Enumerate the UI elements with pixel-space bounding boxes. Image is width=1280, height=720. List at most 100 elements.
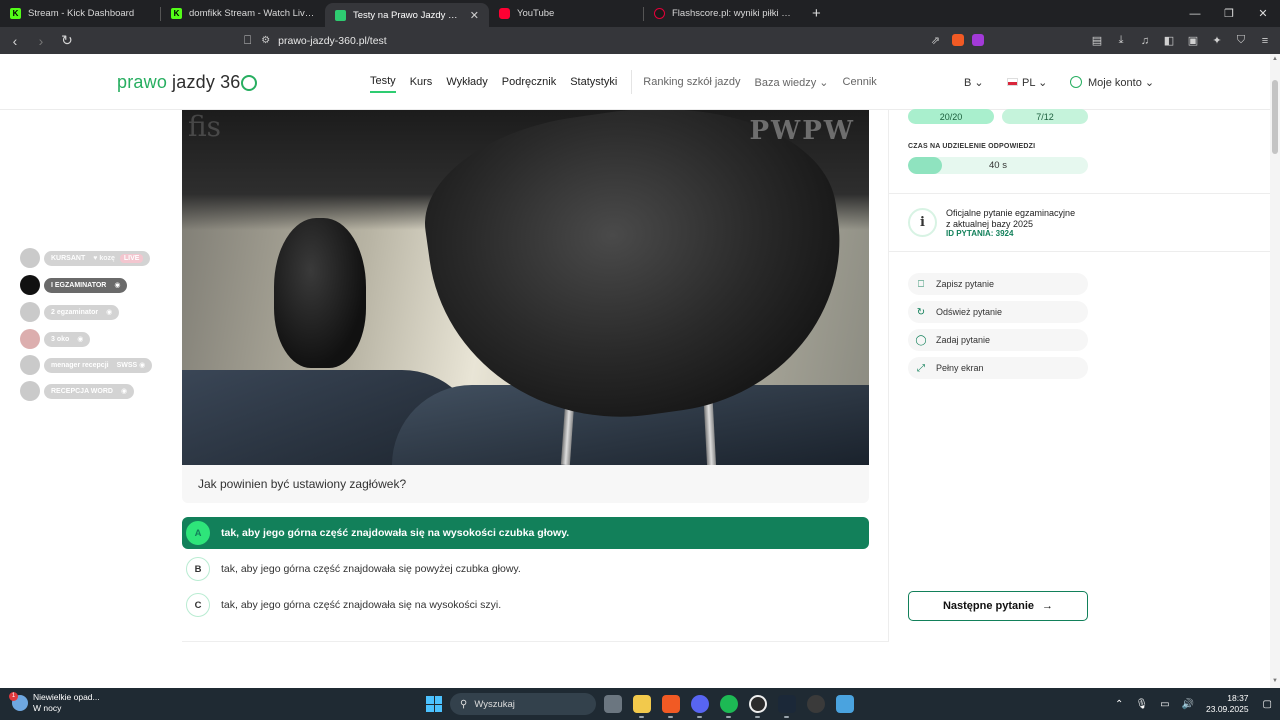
overlay-row-recepcja-word: RECEPCJA WORD ◉ — [20, 381, 135, 401]
tab-prawo-jazdy[interactable]: Testy na Prawo Jazdy 2025 - Dar ✕ — [325, 3, 489, 27]
save-question-button[interactable]: ⎕ Zapisz pytanie — [908, 273, 1088, 295]
overlay-pill: menager recepcji SWSS ◉ — [44, 357, 153, 373]
overlay-label: KURSANT — [51, 254, 86, 262]
tab-flashscore[interactable]: Flashscore.pl: wyniki piłki nożnej, wy — [644, 0, 802, 27]
site-logo[interactable]: prawo jazdy 36 — [117, 72, 258, 93]
flashscore-icon — [654, 8, 665, 19]
fullscreen-button[interactable]: ⤢ Pełny ekran — [908, 357, 1088, 379]
action-label: Pełny ekran — [936, 363, 984, 373]
counter-value: 20/20 — [939, 111, 963, 122]
app-running-indicator — [784, 716, 789, 718]
avatar — [20, 355, 40, 375]
clock-time: 18:37 — [1227, 693, 1249, 703]
close-tab-icon[interactable]: ✕ — [470, 9, 479, 22]
nav-kurs[interactable]: Kurs — [410, 72, 433, 92]
steam-icon[interactable] — [778, 695, 796, 713]
vpn-icon[interactable]: ⛉ — [1234, 34, 1248, 47]
clock[interactable]: 18:37 23.09.2025 — [1206, 693, 1249, 715]
task-view-icon[interactable] — [604, 695, 622, 713]
forward-icon[interactable]: › — [30, 33, 52, 49]
nav-divider — [631, 70, 633, 94]
nav-wyklady[interactable]: Wykłady — [446, 72, 487, 92]
overlay-label: 2 egzaminator — [51, 308, 99, 316]
bookmark-icon[interactable]: ⎕ — [244, 33, 251, 48]
answer-c[interactable]: C tak, aby jego górna część znajdowała s… — [182, 589, 869, 621]
system-tray: ⌃ 🎙 ▭ 🔊 18:37 23.09.2025 ▢ — [1115, 688, 1272, 720]
nav-testy[interactable]: Testy — [370, 71, 396, 93]
address-bar[interactable]: ⎕ ⚙ prawo-jazdy-360.pl/test ⇗ — [244, 30, 994, 51]
category-select[interactable]: B ⌄ — [964, 54, 984, 110]
new-tab-button[interactable]: + — [812, 5, 821, 22]
content-divider — [182, 641, 889, 642]
brave-shield-icon[interactable] — [952, 34, 964, 46]
refresh-question-button[interactable]: ↻ Odśwież pytanie — [908, 301, 1088, 323]
next-question-button[interactable]: Następne pytanie → — [908, 591, 1088, 621]
overlay-pill: KURSANT ♥ kozę LIVE — [44, 250, 151, 266]
reload-icon[interactable]: ↻ — [56, 32, 78, 49]
minimize-icon[interactable]: — — [1178, 0, 1212, 27]
overlay-row-oko: 3 oko ◉ — [20, 329, 91, 349]
app-running-indicator — [668, 716, 673, 718]
check-circle-icon — [241, 74, 258, 91]
nav-baza-wiedzy[interactable]: Baza wiedzy ⌄ — [755, 72, 829, 93]
share-icon[interactable]: ⇗ — [931, 34, 940, 47]
download-icon[interactable]: ⤓ — [1114, 34, 1128, 47]
site-info-icon[interactable]: ⚙ — [261, 35, 270, 46]
language-select[interactable]: PL ⌄ — [1007, 54, 1047, 110]
leo-icon[interactable]: ✦ — [1210, 34, 1224, 47]
media-icon[interactable]: ♫ — [1138, 35, 1152, 47]
scrollbar-thumb[interactable] — [1272, 80, 1278, 154]
nav-ranking[interactable]: Ranking szkół jazdy — [643, 72, 740, 92]
maximize-icon[interactable]: ❐ — [1212, 0, 1246, 27]
chat-icon: ◯ — [915, 334, 927, 346]
back-icon[interactable]: ‹ — [4, 33, 26, 49]
network-icon[interactable]: ▭ — [1160, 699, 1169, 710]
main-nav: Testy Kurs Wykłady Podręcznik Statystyki… — [370, 54, 891, 110]
account-menu[interactable]: Moje konto ⌄ — [1070, 54, 1154, 110]
file-explorer-icon[interactable] — [633, 695, 651, 713]
answer-b[interactable]: B tak, aby jego górna część znajdowała s… — [182, 553, 869, 585]
reader-icon[interactable]: ▤ — [1090, 34, 1104, 47]
volume-icon[interactable]: 🔊 — [1182, 699, 1194, 710]
app-icon[interactable] — [807, 695, 825, 713]
weather-widget[interactable]: 1 Niewielkie opad... W nocy — [9, 692, 100, 714]
tab-youtube[interactable]: YouTube — [489, 0, 643, 27]
search-placeholder: Wyszukaj — [474, 698, 515, 710]
account-label: Moje konto ⌄ — [1088, 76, 1155, 89]
kick-icon: K — [171, 8, 182, 19]
answer-letter: C — [186, 593, 210, 617]
nav-cennik[interactable]: Cennik — [843, 72, 877, 92]
action-label: Zapisz pytanie — [936, 279, 995, 289]
notifications-icon[interactable]: ▢ — [1263, 699, 1272, 710]
nav-podrecznik[interactable]: Podręcznik — [502, 72, 556, 92]
answer-text: tak, aby jego górna część znajdowała się… — [221, 563, 521, 575]
menu-icon[interactable]: ≡ — [1258, 35, 1272, 47]
overlay-extra: ♥ kozę — [93, 254, 115, 262]
nav-statystyki[interactable]: Statystyki — [570, 72, 617, 92]
taskbar-search[interactable]: ⚲ Wyszukaj — [450, 693, 596, 715]
scroll-down-icon[interactable]: ▼ — [1272, 678, 1278, 684]
brave-rewards-icon[interactable] — [972, 34, 984, 46]
obs-icon[interactable] — [749, 695, 767, 713]
discord-icon[interactable] — [691, 695, 709, 713]
overlay-pill: 3 oko ◉ — [44, 331, 91, 347]
close-window-icon[interactable]: ✕ — [1246, 0, 1280, 27]
wallet-icon[interactable]: ▣ — [1186, 34, 1200, 47]
ask-question-button[interactable]: ◯ Zadaj pytanie — [908, 329, 1088, 351]
microphone-icon[interactable]: 🎙 — [1135, 699, 1148, 710]
answer-text: tak, aby jego górna część znajdowała się… — [221, 527, 570, 539]
scroll-up-icon[interactable]: ▲ — [1272, 56, 1278, 62]
sidebar-divider — [889, 251, 1270, 252]
start-button[interactable] — [426, 696, 442, 712]
app-icon[interactable] — [836, 695, 854, 713]
tab-kick-dashboard[interactable]: K Stream - Kick Dashboard — [0, 0, 160, 27]
sidebar-icon[interactable]: ◧ — [1162, 34, 1176, 47]
tab-title: Testy na Prawo Jazdy 2025 - Dar — [353, 9, 462, 21]
brave-browser-icon[interactable] — [662, 695, 680, 713]
refresh-icon: ↻ — [916, 306, 926, 318]
url-text[interactable]: prawo-jazdy-360.pl/test — [278, 35, 387, 47]
tab-kick-stream[interactable]: K domfikk Stream - Watch Live on Kick — [161, 0, 325, 27]
spotify-icon[interactable] — [720, 695, 738, 713]
chevron-up-icon[interactable]: ⌃ — [1115, 699, 1123, 710]
answer-a[interactable]: A tak, aby jego górna część znajdowała s… — [182, 517, 869, 549]
